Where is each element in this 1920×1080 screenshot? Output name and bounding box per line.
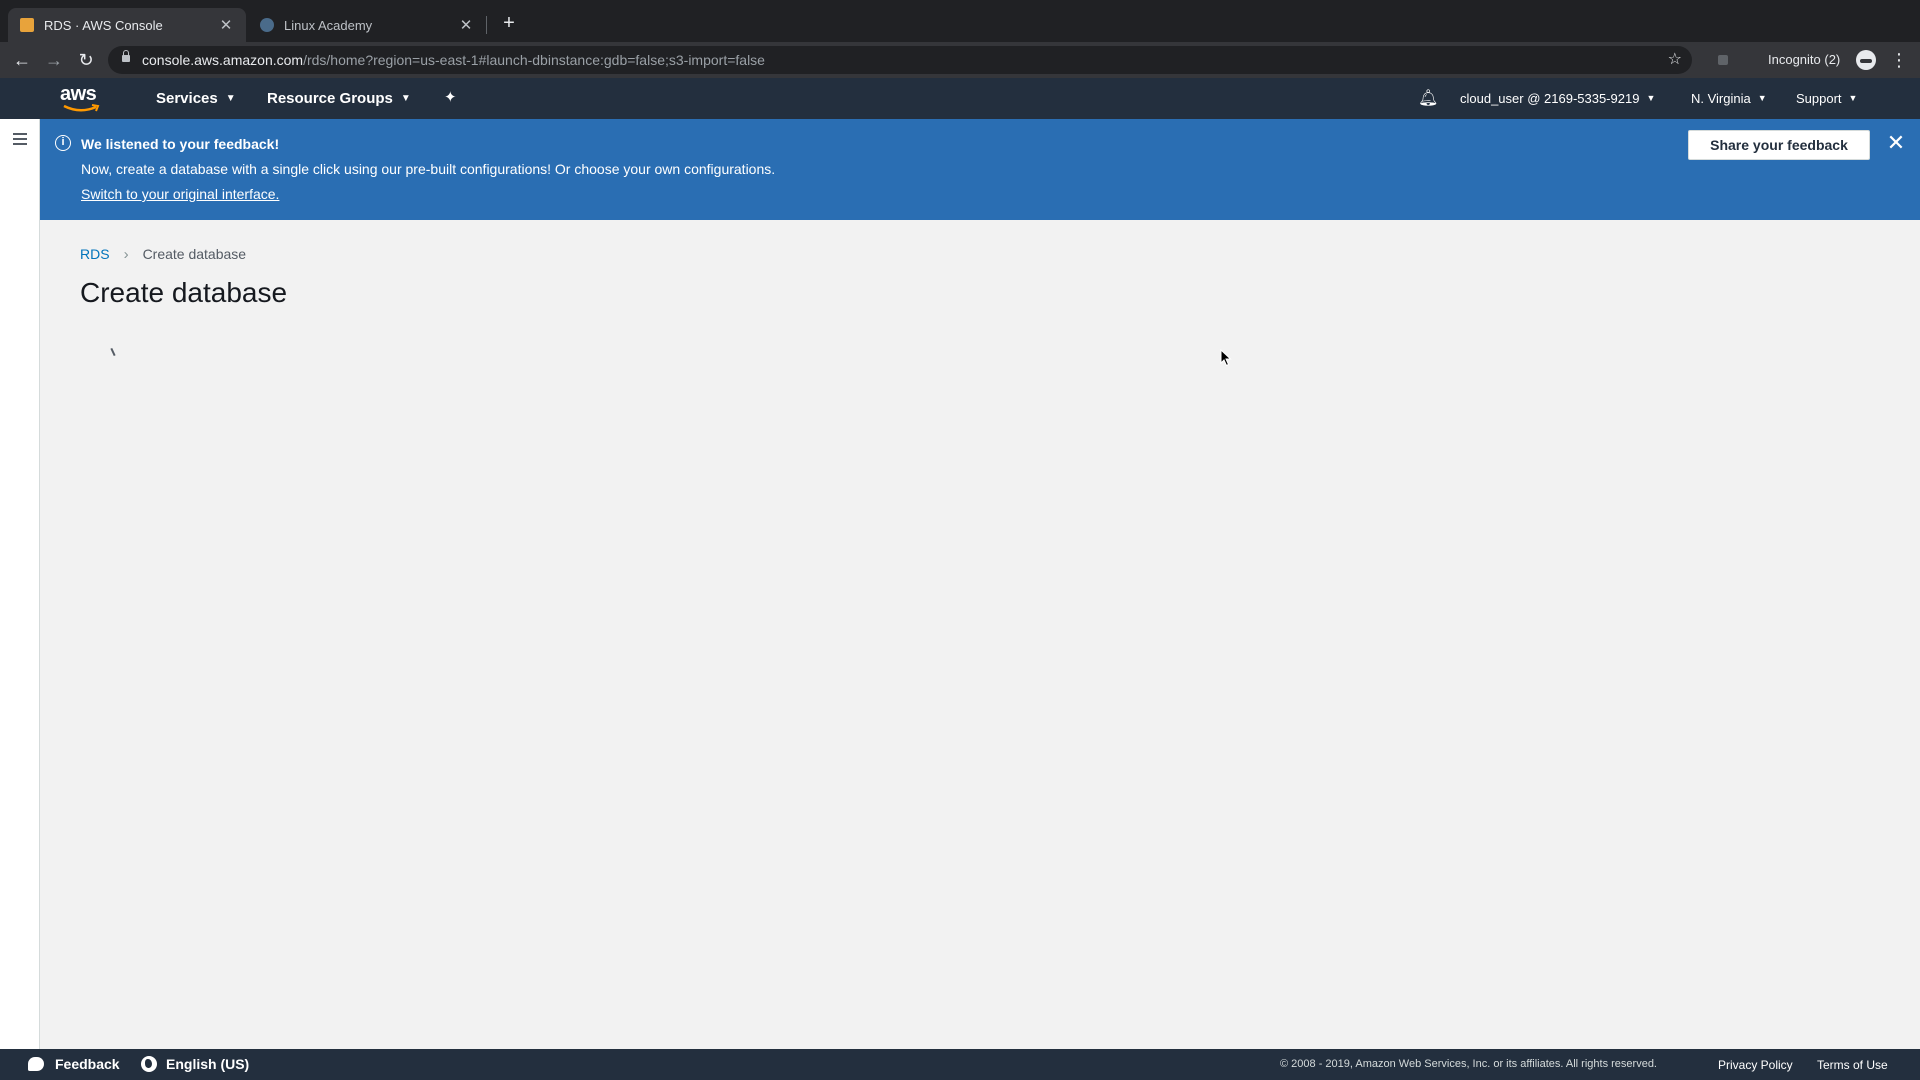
- address-bar[interactable]: console.aws.amazon.com/rds/home?region=u…: [108, 46, 1692, 74]
- bell-icon[interactable]: 🔔︎: [1418, 88, 1438, 108]
- aws-smile-icon: [63, 104, 100, 112]
- caret-down-icon: ▼: [1848, 93, 1858, 103]
- breadcrumb-rds-link[interactable]: RDS: [80, 246, 110, 262]
- chevron-down-icon: ▼: [400, 93, 411, 104]
- incognito-label: Incognito (2): [1768, 52, 1841, 67]
- resource-groups-menu[interactable]: Resource Groups ▼: [267, 90, 411, 107]
- account-menu[interactable]: cloud_user @ 2169-5335-9219 ▼: [1460, 91, 1655, 106]
- hamburger-menu-icon[interactable]: [13, 133, 27, 145]
- tab-title: Linux Academy: [284, 17, 373, 33]
- caret-down-icon: ▼: [1646, 93, 1656, 103]
- support-menu[interactable]: Support ▼: [1796, 91, 1857, 106]
- reload-icon[interactable]: ↻: [74, 48, 98, 72]
- console-footer: Feedback English (US) © 2008 - 2019, Ama…: [0, 1049, 1920, 1080]
- bookmark-star-icon[interactable]: ☆: [1668, 49, 1682, 69]
- info-icon: i: [55, 135, 71, 151]
- url-path: /rds/home?region=us-east-1#launch-dbinst…: [303, 52, 765, 68]
- linux-academy-favicon-icon: [260, 18, 274, 32]
- aws-favicon-icon: [20, 18, 34, 32]
- speech-bubble-icon: [28, 1057, 44, 1071]
- incognito-avatar-icon[interactable]: [1856, 50, 1876, 70]
- copyright-text: © 2008 - 2019, Amazon Web Services, Inc.…: [1280, 1058, 1657, 1070]
- switch-interface-link[interactable]: Switch to your original interface.: [81, 186, 279, 202]
- tab-divider: [486, 16, 487, 34]
- aws-logo-text: aws: [60, 83, 97, 105]
- url-text: console.aws.amazon.com/rds/home?region=u…: [142, 52, 765, 68]
- loading-spinner-icon: [110, 347, 122, 358]
- breadcrumb-current: Create database: [142, 246, 247, 262]
- services-menu[interactable]: Services ▼: [156, 90, 236, 107]
- language-selector[interactable]: English (US): [166, 1056, 249, 1072]
- close-tab-icon[interactable]: ✕: [218, 16, 234, 34]
- feedback-banner: i We listened to your feedback! Now, cre…: [40, 119, 1920, 220]
- new-tab-icon[interactable]: +: [498, 12, 520, 34]
- terms-of-use-link[interactable]: Terms of Use: [1817, 1058, 1888, 1072]
- account-label: cloud_user @ 2169-5335-9219: [1460, 91, 1640, 106]
- footer-feedback-link[interactable]: Feedback: [55, 1056, 120, 1072]
- services-label: Services: [156, 90, 218, 107]
- chevron-down-icon: ▼: [225, 93, 236, 104]
- tab-title: RDS · AWS Console: [44, 17, 163, 33]
- browser-tab-rds[interactable]: RDS · AWS Console ✕: [8, 8, 246, 42]
- forward-arrow-icon[interactable]: →: [42, 48, 66, 72]
- extension-icon[interactable]: [1718, 55, 1728, 65]
- banner-title: We listened to your feedback!: [81, 136, 280, 152]
- region-menu[interactable]: N. Virginia ▼: [1691, 91, 1767, 106]
- mouse-cursor-icon: [1220, 349, 1232, 367]
- back-arrow-icon[interactable]: ←: [10, 48, 34, 72]
- caret-down-icon: ▼: [1757, 93, 1767, 103]
- support-label: Support: [1796, 91, 1842, 106]
- globe-icon: [141, 1056, 157, 1072]
- share-feedback-button[interactable]: Share your feedback: [1688, 130, 1870, 160]
- side-navigation-rail: [0, 119, 40, 1049]
- pin-icon[interactable]: ✦: [444, 88, 457, 106]
- browser-tab-strip: RDS · AWS Console ✕ Linux Academy ✕ +: [0, 0, 1920, 42]
- close-icon[interactable]: ✕: [1884, 131, 1908, 155]
- browser-tab-linux-academy[interactable]: Linux Academy ✕: [248, 8, 486, 42]
- aws-top-nav: aws Services ▼ Resource Groups ▼ ✦ 🔔︎ clou…: [0, 78, 1920, 119]
- aws-logo[interactable]: aws: [60, 84, 102, 114]
- page-title: Create database: [80, 277, 288, 308]
- resource-groups-label: Resource Groups: [267, 90, 393, 107]
- close-tab-icon[interactable]: ✕: [458, 16, 474, 34]
- browser-toolbar: ← → ↻ console.aws.amazon.com/rds/home?re…: [0, 42, 1920, 78]
- privacy-policy-link[interactable]: Privacy Policy: [1718, 1058, 1793, 1072]
- chevron-right-icon: ›: [123, 246, 129, 263]
- browser-menu-icon[interactable]: ⋮: [1890, 48, 1908, 72]
- region-label: N. Virginia: [1691, 91, 1751, 106]
- url-host: console.aws.amazon.com: [142, 52, 304, 68]
- breadcrumb: RDS › Create database: [80, 246, 246, 263]
- lock-icon: [122, 50, 130, 62]
- banner-message: Now, create a database with a single cli…: [81, 161, 776, 177]
